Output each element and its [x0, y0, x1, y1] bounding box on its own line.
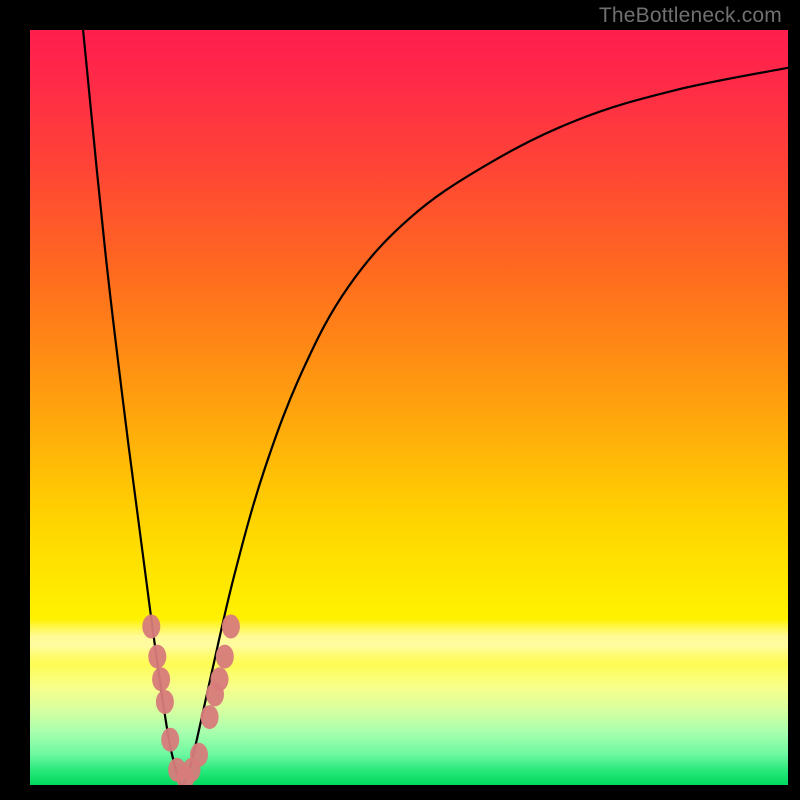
watermark-text: TheBottleneck.com: [599, 4, 782, 28]
plot-area: [30, 30, 788, 785]
curve-marker: [222, 615, 240, 639]
curve-marker: [148, 645, 166, 669]
curve-marker: [211, 667, 229, 691]
curve-marker: [201, 705, 219, 729]
curve-marker: [190, 743, 208, 767]
marker-group: [142, 615, 240, 786]
curve-marker: [142, 615, 160, 639]
curve-marker: [161, 728, 179, 752]
bottleneck-curve-svg: [30, 30, 788, 785]
curve-marker: [156, 690, 174, 714]
curve-marker: [216, 645, 234, 669]
chart-frame: TheBottleneck.com: [0, 0, 800, 800]
curve-marker: [152, 667, 170, 691]
bottleneck-curve-path: [83, 30, 788, 785]
